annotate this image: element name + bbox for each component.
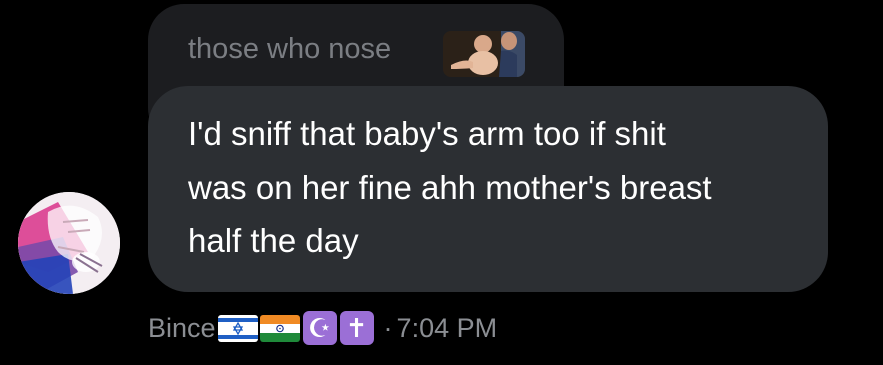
israel-flag-icon <box>217 314 258 342</box>
username-link[interactable]: Bince <box>148 313 216 344</box>
anime-avatar-icon <box>18 192 120 294</box>
message-timestamp: 7:04 PM <box>396 312 498 343</box>
reply-image-thumbnail[interactable] <box>443 31 525 77</box>
user-avatar[interactable] <box>18 192 120 294</box>
message-line-3: half the day <box>188 222 359 259</box>
star-and-crescent-icon: ☪ <box>302 311 337 345</box>
meta-separator: · <box>383 312 393 343</box>
reply-quote-text: those who nose <box>188 33 392 65</box>
latin-cross-icon: ✝ <box>339 311 374 345</box>
message-meta-row: Bince ☪ ✝ · 7:04 PM <box>148 309 497 347</box>
message-line-2: was on her fine ahh mother's breast <box>188 169 712 206</box>
message-line-1: I'd sniff that baby's arm too if shit <box>188 115 666 152</box>
painting-thumbnail-icon <box>443 31 525 77</box>
india-flag-icon <box>259 314 300 342</box>
